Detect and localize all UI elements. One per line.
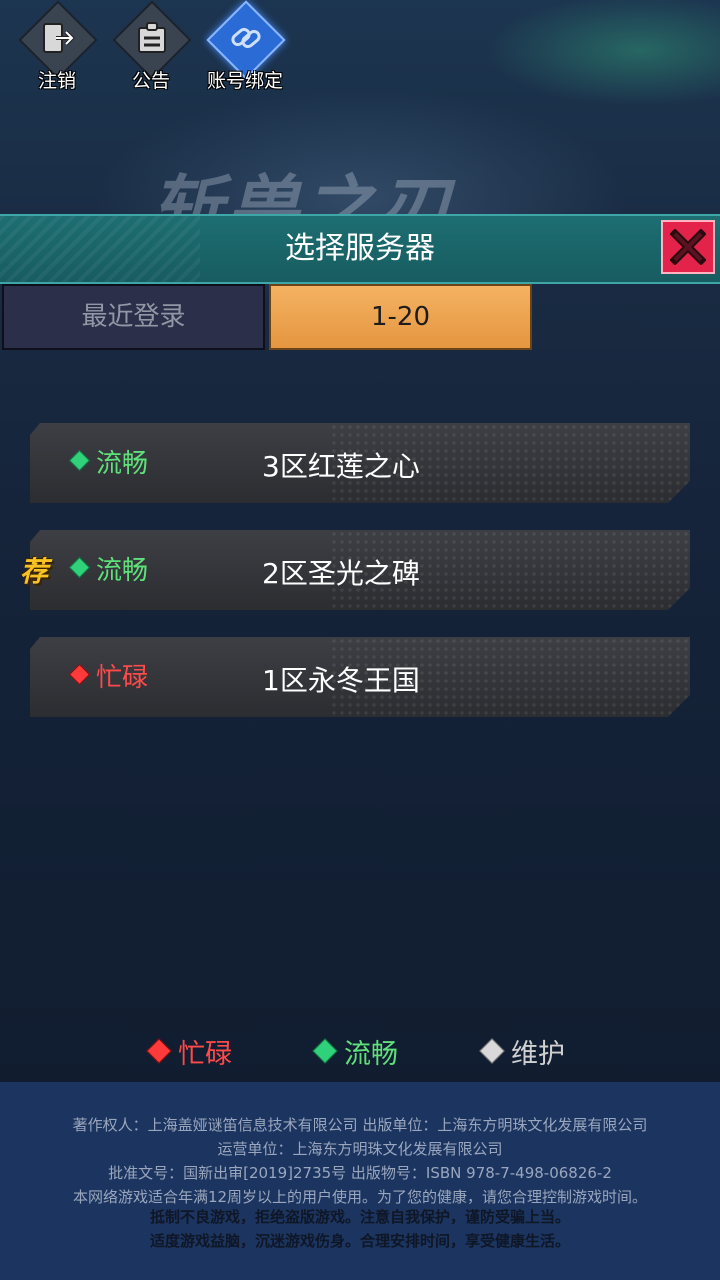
approval-line: 批准文号：国新出审[2019]2735号 出版物号：ISBN 978-7-498… (108, 1164, 612, 1182)
logout-button[interactable]: 注销 (12, 0, 102, 92)
account-bind-label: 账号绑定 (206, 70, 283, 92)
age-notice-line: 本网络游戏适合年满12周岁以上的用户使用。为了您的健康，请您合理控制游戏时间。 (72, 1188, 648, 1206)
status-busy-icon (68, 663, 91, 686)
server-name: 1区永冬王国 (262, 664, 420, 697)
status-smooth-icon (68, 556, 91, 579)
health-advice-line-2: 适度游戏益脑，沉迷游戏伤身。合理安排时间，享受健康生活。 (149, 1232, 570, 1250)
notice-icon (138, 22, 166, 53)
legal-footer: 著作权人：上海盖娅谜笛信息技术有限公司 出版单位：上海东方明珠文化发展有限公司 … (0, 1082, 720, 1280)
close-icon (670, 229, 706, 265)
close-button[interactable] (661, 220, 715, 274)
tab-server-range[interactable]: 1-20 (269, 284, 532, 350)
dialog-title-banner: 选择服务器 (0, 214, 720, 284)
dialog-title: 选择服务器 (285, 231, 435, 266)
maintenance-diamond-icon (479, 1038, 505, 1064)
logout-icon (43, 23, 75, 53)
account-bind-button[interactable]: 账号绑定 (200, 0, 290, 92)
busy-diamond-icon (146, 1038, 172, 1064)
recommended-badge: 荐 (20, 555, 49, 588)
logout-label: 注销 (37, 70, 76, 92)
server-row[interactable]: 忙碌 1区永冬王国 (30, 637, 690, 717)
server-status: 流畅 (96, 449, 149, 479)
notice-label: 公告 (131, 70, 170, 92)
server-status: 忙碌 (96, 663, 149, 693)
server-name: 3区红莲之心 (262, 450, 420, 483)
server-name: 2区圣光之碑 (262, 557, 420, 590)
server-row[interactable]: 流畅 3区红莲之心 (30, 423, 690, 503)
operator-line: 运营单位：上海东方明珠文化发展有限公司 (217, 1140, 503, 1158)
health-advice-line: 抵制不良游戏，拒绝盗版游戏。注意自我保护，谨防受骗上当。 (149, 1208, 570, 1226)
server-row[interactable]: 流畅 2区圣光之碑 (30, 530, 690, 610)
legend-label: 维护 (511, 1039, 565, 1070)
copyright-line: 著作权人：上海盖娅谜笛信息技术有限公司 出版单位：上海东方明珠文化发展有限公司 (72, 1116, 648, 1134)
notice-button[interactable]: 公告 (106, 0, 196, 92)
link-icon (231, 27, 261, 49)
server-status: 流畅 (96, 556, 149, 586)
smooth-diamond-icon (312, 1038, 338, 1064)
tab-recent-login[interactable]: 最近登录 (2, 284, 265, 350)
legend-label: 流畅 (344, 1039, 398, 1070)
legend-label: 忙碌 (178, 1039, 232, 1070)
status-smooth-icon (68, 449, 91, 472)
